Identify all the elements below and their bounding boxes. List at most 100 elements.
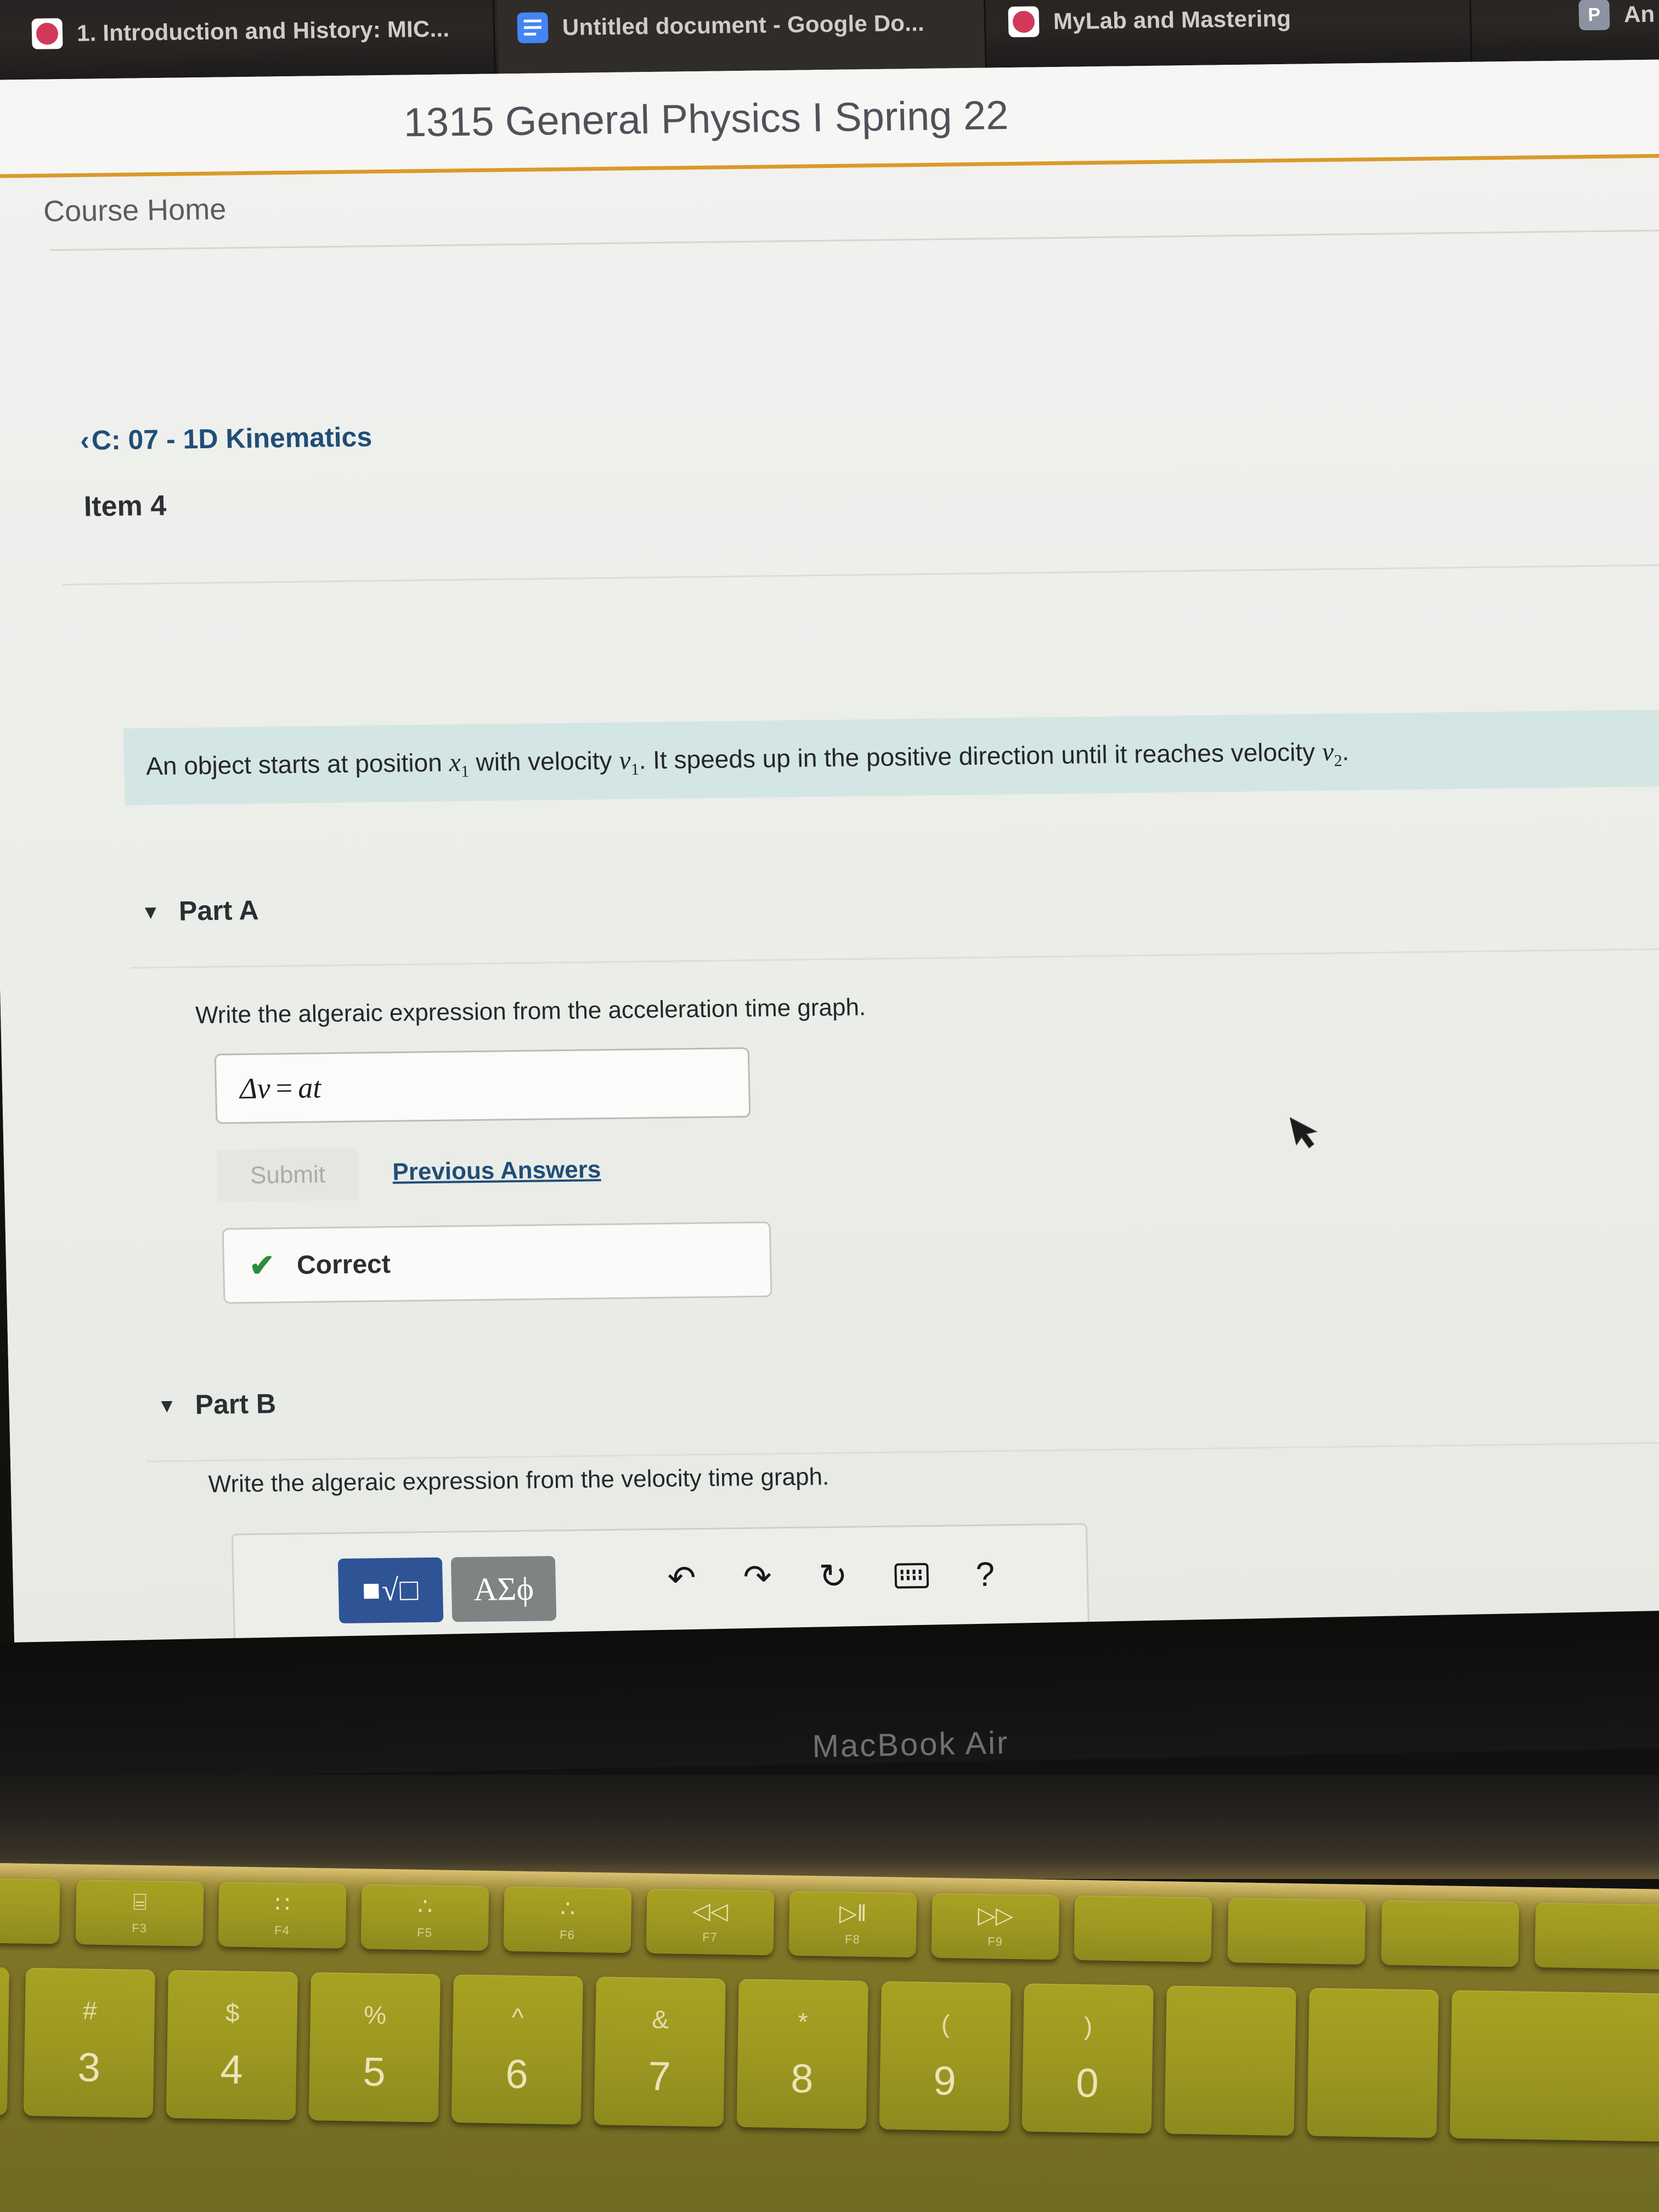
mission-control-icon: ⌸ (132, 1888, 147, 1915)
pearson-favicon-icon (1008, 6, 1040, 38)
browser-tab-label: An (1623, 1, 1655, 27)
math-var-x1: x1 (448, 748, 470, 781)
reload-icon[interactable]: ↻ (1531, 0, 1563, 3)
key-equals[interactable] (1307, 1988, 1439, 2138)
brightness-up-icon: ☀ (0, 1886, 3, 1913)
part-a-answer-field[interactable]: Δv = at (214, 1047, 751, 1124)
course-header-bar: 1315 General Physics I Spring 22 (0, 59, 1659, 178)
laptop-deck-shadow (0, 1775, 1659, 1879)
help-icon[interactable]: ? (975, 1555, 995, 1593)
photo-of-laptop-screen: 1. Introduction and History: MIC... Unti… (0, 0, 1659, 2212)
generic-p-favicon-icon: P (1578, 0, 1610, 31)
key-number-label: 6 (505, 2050, 529, 2097)
problem-end: . (1341, 737, 1350, 766)
feedback-status-text: Correct (296, 1249, 391, 1280)
back-chevron-icon[interactable]: ‹ (80, 425, 90, 456)
launchpad-icon: ∷ (275, 1891, 290, 1917)
play-pause-icon: ▷‖ (839, 1899, 867, 1926)
function-key-f8[interactable]: ▷‖ F8 (788, 1891, 917, 1958)
browser-tab-label: Untitled document - Google Do... (562, 9, 925, 40)
browser-tab-0[interactable]: 1. Introduction and History: MIC... (11, 0, 496, 83)
key-6[interactable]: ^ 6 (451, 1974, 583, 2125)
item-divider (62, 563, 1659, 586)
function-key-f10[interactable] (1074, 1895, 1212, 1962)
function-key-f2[interactable]: ☀ F2 (0, 1877, 60, 1944)
browser-tab-label: MyLab and Mastering (1053, 5, 1291, 35)
key-number-label: 4 (219, 2046, 244, 2092)
key-0[interactable]: ) 0 (1022, 1983, 1154, 2134)
breadcrumb[interactable]: ‹C: 07 - 1D Kinematics (80, 421, 373, 456)
keyboard-brightness-down-icon: ∴ (417, 1893, 433, 1920)
macbook-brand-label: MacBook Air (812, 1725, 1009, 1764)
function-key-label: F4 (274, 1923, 290, 1938)
key-number-label: 9 (933, 2057, 957, 2103)
key-number-label: 0 (1075, 2059, 1099, 2106)
math-editor-tool-icons: ↶ ↷ ↻ ? (667, 1555, 995, 1598)
rewind-icon: ◁◁ (692, 1897, 729, 1924)
key-shift-label: $ (225, 1997, 240, 2027)
function-key-label: F8 (844, 1932, 861, 1946)
problem-statement-text: An object starts at position x1 with vel… (146, 737, 1350, 785)
key-3[interactable]: # 3 (23, 1967, 155, 2118)
part-b-divider (146, 1441, 1659, 1463)
checkmark-icon: ✔ (249, 1248, 275, 1283)
browser-tab-label: 1. Introduction and History: MIC... (76, 15, 450, 46)
function-key-label: F9 (987, 1934, 1003, 1949)
page-title: 1315 General Physics I Spring 22 (403, 92, 1009, 145)
key-5[interactable]: % 5 (308, 1972, 441, 2123)
function-key-f11[interactable] (1227, 1898, 1366, 1965)
previous-answers-link[interactable]: Previous Answers (392, 1156, 601, 1186)
submit-button[interactable]: Submit (216, 1148, 359, 1202)
chevron-down-icon[interactable]: ▾ (161, 1392, 172, 1417)
function-key-label: F6 (560, 1927, 575, 1942)
keyboard-icon[interactable] (894, 1562, 929, 1589)
function-key-f7[interactable]: ◁◁ F7 (646, 1888, 775, 1956)
part-a-divider (130, 947, 1659, 969)
function-key-label: F7 (702, 1930, 718, 1944)
part-a-title: Part A (178, 894, 259, 927)
part-a-header[interactable]: ▾ Part A (145, 894, 259, 928)
nav-course-home[interactable]: Course Home (43, 192, 226, 228)
part-b-prompt: Write the algeraic expression from the v… (208, 1463, 830, 1498)
math-template-icon: ■√□ (362, 1573, 420, 1608)
key-7[interactable]: & 7 (594, 1977, 726, 2127)
function-key-f3[interactable]: ⌸ F3 (75, 1880, 204, 1946)
math-template-mode-button[interactable]: ■√□ (337, 1557, 444, 1624)
problem-mid: with velocity (475, 746, 613, 776)
key-shift-label: ) (1084, 2011, 1093, 2040)
key-shift-label: ^ (511, 2002, 524, 2032)
key-shift-label: ( (941, 2009, 950, 2038)
key-number-label: 3 (77, 2044, 101, 2090)
part-b-header[interactable]: ▾ Part B (161, 1387, 276, 1421)
function-key-f9[interactable]: ▷▷ F9 (931, 1893, 1060, 1960)
key-shift-label: & (651, 2005, 669, 2034)
function-key-f5[interactable]: ∴ F5 (360, 1884, 489, 1951)
reset-icon[interactable]: ↻ (819, 1558, 848, 1596)
key-2-partial[interactable] (0, 1965, 10, 2116)
pearson-favicon-icon (31, 18, 63, 49)
part-a-feedback-box: ✔ Correct (222, 1221, 772, 1304)
answer-operator: = (275, 1071, 293, 1105)
fast-forward-icon: ▷▷ (978, 1901, 1014, 1928)
undo-icon[interactable]: ↶ (667, 1559, 696, 1598)
problem-lead: An object starts at position (145, 748, 443, 781)
key-4[interactable]: $ 4 (166, 1970, 298, 2120)
browser-tab-2[interactable]: MyLab and Mastering (988, 0, 1472, 71)
function-key-extra[interactable] (1534, 1902, 1659, 1970)
greek-symbols-mode-button[interactable]: ΑΣϕ (450, 1556, 557, 1622)
submit-button-label: Submit (250, 1160, 326, 1189)
browser-tab-1[interactable]: Untitled document - Google Do... (496, 0, 987, 77)
browser-tab-3[interactable]: P An (1558, 0, 1659, 64)
function-key-f4[interactable]: ∷ F4 (218, 1882, 347, 1949)
function-key-f12[interactable] (1381, 1900, 1520, 1967)
redo-icon[interactable]: ↷ (743, 1558, 772, 1596)
key-minus[interactable] (1164, 1985, 1296, 2136)
function-key-f6[interactable]: ∴ F6 (503, 1886, 632, 1954)
key-delete[interactable] (1449, 1990, 1659, 2142)
key-8[interactable]: * 8 (736, 1979, 868, 2129)
google-docs-favicon-icon (517, 12, 549, 43)
chevron-down-icon[interactable]: ▾ (145, 899, 156, 924)
laptop-screen: 1. Introduction and History: MIC... Unti… (0, 0, 1659, 1679)
breadcrumb-label: C: 07 - 1D Kinematics (91, 421, 373, 456)
key-9[interactable]: ( 9 (879, 1981, 1011, 2131)
